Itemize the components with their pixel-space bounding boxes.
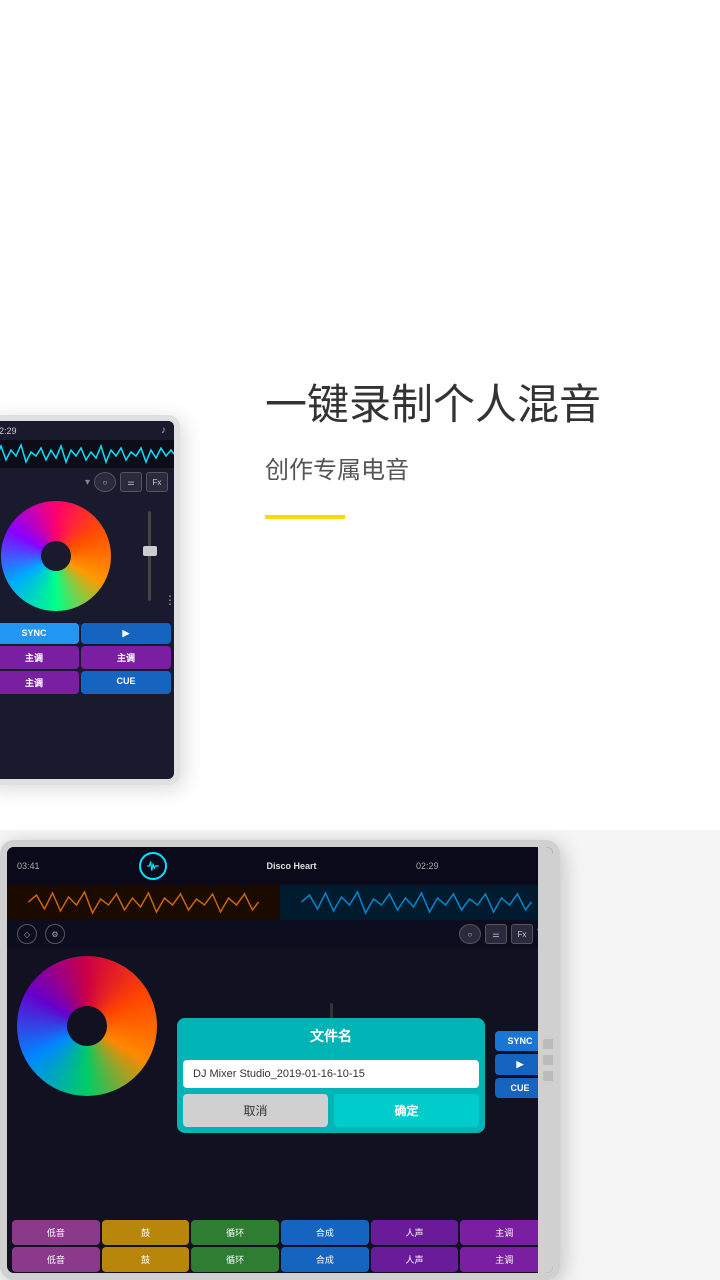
dialog-overlay: 文件名 DJ Mixer Studio_2019-01-16-10-15 取消 … <box>177 1018 485 1133</box>
eq-btn[interactable]: ⚌ <box>120 472 142 492</box>
sub-title: 创作专属电音 <box>265 450 601 485</box>
dj-middle-section: 文件名 DJ Mixer Studio_2019-01-16-10-15 取消 … <box>167 948 495 1103</box>
main-title: 一键录制个人混音 <box>265 380 601 430</box>
controls-row: ▾ ○ ⚌ Fx <box>0 468 174 496</box>
xunhuan-btn-1[interactable]: 循环 <box>191 1220 279 1245</box>
btn-row-2: 低音 鼓 循环 合成 人声 主调 <box>7 1246 553 1273</box>
volume-slider[interactable] <box>139 501 159 611</box>
track-time-left: 03:41 <box>17 861 40 871</box>
hecheng-btn-2[interactable]: 合成 <box>281 1247 369 1272</box>
dj-main-area: 文件名 DJ Mixer Studio_2019-01-16-10-15 取消 … <box>7 948 553 1103</box>
fx-btn[interactable]: Fx <box>146 472 168 492</box>
dj-bottom-topbar: 03:41 Disco Heart 02:29 ♪ <box>7 847 553 885</box>
waveform-left <box>7 885 280 920</box>
heartbeat-btn[interactable] <box>139 852 167 880</box>
tablet-top: 02:29 ♪ ▾ ○ ⚌ Fx <box>0 415 180 785</box>
rensheng-btn-1[interactable]: 人声 <box>371 1220 459 1245</box>
diamond-btn[interactable]: ◇ <box>17 924 37 944</box>
xunhuan-btn-2[interactable]: 循环 <box>191 1247 279 1272</box>
dialog-input[interactable]: DJ Mixer Studio_2019-01-16-10-15 <box>183 1060 479 1088</box>
fx-btn-bottom[interactable]: Fx <box>511 924 533 944</box>
play-button[interactable]: ▶ <box>81 623 171 644</box>
bottom-btn-grid: 低音 鼓 循环 合成 人声 主调 低音 鼓 循环 合成 人声 主调 <box>7 1219 553 1273</box>
gu-btn-1[interactable]: 鼓 <box>102 1220 190 1245</box>
zhudiao-btn-1[interactable]: 主调 <box>460 1220 548 1245</box>
turntable-center <box>41 541 71 571</box>
track-name: Disco Heart <box>266 861 316 871</box>
waveform-right <box>280 885 553 920</box>
play-icon-bottom: ▶ <box>517 1059 524 1070</box>
dropdown-arrow[interactable]: ▾ <box>85 477 90 488</box>
eq-btn-bottom[interactable]: ⚌ <box>485 924 507 944</box>
note-icon: ♪ <box>161 425 166 436</box>
rensheng-btn-2[interactable]: 人声 <box>371 1247 459 1272</box>
zhudiao2-button[interactable]: 主调 <box>81 646 171 669</box>
hero-content: 一键录制个人混音 创作专属电音 <box>265 380 601 519</box>
waveform <box>0 440 174 468</box>
waveforms-row <box>7 885 553 920</box>
confirm-button[interactable]: 确定 <box>334 1094 479 1127</box>
tablet-bottom: 03:41 Disco Heart 02:29 ♪ <box>0 840 560 1280</box>
controls-left: ◇ ⚙ <box>17 924 65 944</box>
track-time: 02:29 <box>0 426 17 436</box>
turntable-disc[interactable] <box>1 501 111 611</box>
filename-dialog: 文件名 DJ Mixer Studio_2019-01-16-10-15 取消 … <box>177 1018 485 1133</box>
dj-button-grid: SYNC ▶ 主调 主调 主调 CUE <box>0 620 174 697</box>
btn-row-1: 低音 鼓 循环 合成 人声 主调 <box>7 1219 553 1246</box>
gu-btn-2[interactable]: 鼓 <box>102 1247 190 1272</box>
tablet-bottom-screen: 03:41 Disco Heart 02:29 ♪ <box>7 847 553 1273</box>
right-btn-3 <box>543 1071 559 1081</box>
controls-right: ○ ⚌ Fx ▾ <box>459 924 543 944</box>
dialog-buttons: 取消 确定 <box>183 1094 479 1127</box>
zhudiao-btn-2[interactable]: 主调 <box>460 1247 548 1272</box>
track-time-right: 02:29 <box>416 861 439 871</box>
diyin-btn-2[interactable]: 低音 <box>12 1247 100 1272</box>
turntable-left-area <box>7 948 167 1103</box>
tablet-top-screen: 02:29 ♪ ▾ ○ ⚌ Fx <box>0 421 174 779</box>
dj-top-bar: 02:29 ♪ <box>0 421 174 440</box>
cue-button-top[interactable]: CUE <box>81 671 171 694</box>
diyin-btn-1[interactable]: 低音 <box>12 1220 100 1245</box>
yellow-underline <box>265 515 345 519</box>
right-btn-2 <box>543 1055 559 1065</box>
sync-button[interactable]: SYNC <box>0 623 79 644</box>
tablet-right-panel <box>538 847 560 1273</box>
bottom-controls-row: ◇ ⚙ ○ ⚌ Fx ▾ <box>7 920 553 948</box>
slider-thumb[interactable] <box>143 546 157 556</box>
turntable-big-left[interactable] <box>17 956 157 1096</box>
circle-btn-bottom[interactable]: ○ <box>459 924 481 944</box>
turntable-center-left <box>67 1006 107 1046</box>
right-btn-1 <box>543 1039 559 1049</box>
cancel-button[interactable]: 取消 <box>183 1094 328 1127</box>
hecheng-btn-1[interactable]: 合成 <box>281 1220 369 1245</box>
turntable-area <box>0 496 174 616</box>
dialog-title: 文件名 <box>177 1018 485 1054</box>
zhudiao3-button[interactable]: 主调 <box>0 671 79 694</box>
gear-btn[interactable]: ⚙ <box>45 924 65 944</box>
resize-handle[interactable]: ⋮ <box>164 593 174 607</box>
play-icon: ▶ <box>123 628 130 639</box>
zhudiao1-button[interactable]: 主调 <box>0 646 79 669</box>
slider-track <box>148 511 151 601</box>
circle-btn[interactable]: ○ <box>94 472 116 492</box>
